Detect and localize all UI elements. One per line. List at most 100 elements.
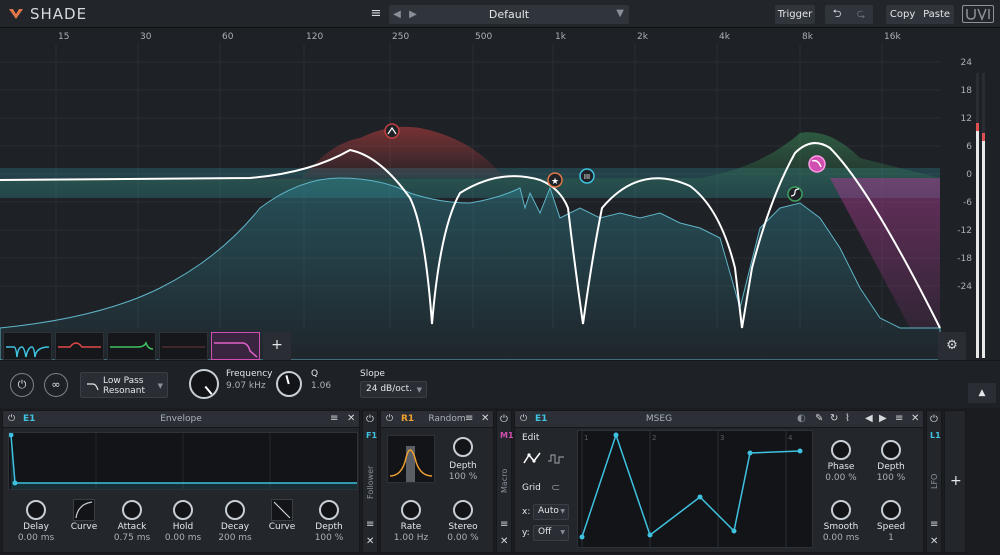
decay-value[interactable]: 200 ms xyxy=(210,533,260,543)
mseg-depth-knob[interactable] xyxy=(881,440,901,460)
band-handle-lowpass[interactable] xyxy=(808,155,826,173)
redo-icon[interactable]: ⮎ xyxy=(857,5,866,24)
edit-label: Edit xyxy=(522,433,540,443)
next-icon[interactable]: ▶ xyxy=(879,413,887,424)
band-thumb-2[interactable] xyxy=(55,332,104,360)
sync-icon[interactable]: ◐ xyxy=(797,413,806,424)
edit-steps-icon[interactable] xyxy=(547,451,565,465)
q-value[interactable]: 1.06 xyxy=(311,381,331,391)
copy-button[interactable]: Copy xyxy=(890,9,915,20)
draw-icon[interactable]: ✎ xyxy=(815,413,823,424)
menu-icon[interactable]: ≡ xyxy=(366,519,374,530)
macro-column: ⏻ M1 Macro ≡ ✕ xyxy=(496,410,514,553)
menu-icon[interactable]: ≡ xyxy=(500,519,508,530)
menu-icon[interactable]: ≡ xyxy=(930,519,938,530)
delay-label: Delay xyxy=(23,522,49,532)
decay-label: Decay xyxy=(220,522,250,532)
phase-value[interactable]: 0.00 % xyxy=(816,473,866,483)
smooth-knob[interactable] xyxy=(831,500,851,520)
depth-knob[interactable] xyxy=(319,500,339,520)
speed-knob[interactable] xyxy=(881,500,901,520)
band-handle-bell[interactable] xyxy=(384,123,400,139)
band-thumb-5[interactable] xyxy=(211,332,260,360)
stereo-value[interactable]: 0.00 % xyxy=(438,533,488,543)
decay-knob[interactable] xyxy=(225,500,245,520)
eq-graph[interactable]: ★ III xyxy=(0,28,1000,360)
close-icon[interactable]: ✕ xyxy=(911,413,919,424)
phase-knob[interactable] xyxy=(831,440,851,460)
menu-icon[interactable]: ≡ xyxy=(895,413,903,424)
shade-logo-icon xyxy=(9,9,23,19)
attack-curve-icon[interactable] xyxy=(73,499,95,521)
hold-knob[interactable] xyxy=(173,500,193,520)
band-handle-highshelf[interactable] xyxy=(787,186,803,202)
random-panel: ⏻ R1 Random ≡ ✕ Depth 100 % Rate 1.00 Hz… xyxy=(380,410,494,553)
random-depth-value[interactable]: 100 % xyxy=(438,472,488,482)
y-grid-select[interactable]: Off ▼ xyxy=(533,525,569,541)
undo-icon[interactable]: ⮌ xyxy=(833,5,842,24)
magnet-icon[interactable]: ⊂ xyxy=(551,481,560,494)
mseg-header: ⏻ E1 MSEG ◐ ✎ ↻ ⌇ ◀ ▶ ≡ ✕ xyxy=(515,411,923,428)
hold-value[interactable]: 0.00 ms xyxy=(158,533,208,543)
slope-select[interactable]: 24 dB/oct. ▼ xyxy=(360,381,427,398)
envelope-graph[interactable] xyxy=(8,432,358,490)
close-icon[interactable]: ✕ xyxy=(500,536,508,547)
db-tick-label: -12 xyxy=(957,226,972,236)
freq-tick-label: 500 xyxy=(475,32,493,42)
band-handle-star[interactable]: ★ xyxy=(547,172,563,188)
mseg-depth-value[interactable]: 100 % xyxy=(866,473,916,483)
attack-knob[interactable] xyxy=(122,500,142,520)
q-knob[interactable] xyxy=(276,371,302,397)
rate-value[interactable]: 1.00 Hz xyxy=(386,533,436,543)
add-modulator-button[interactable]: + xyxy=(950,473,962,489)
rate-knob[interactable] xyxy=(401,500,421,520)
power-icon[interactable]: ⏻ xyxy=(386,414,393,424)
loop-icon[interactable]: ↻ xyxy=(830,413,838,424)
band-thumb-4[interactable] xyxy=(159,332,208,360)
prev-icon[interactable]: ◀ xyxy=(865,413,873,424)
attack-value[interactable]: 0.75 ms xyxy=(107,533,157,543)
eq-display[interactable]: ★ III 15 30 60 120 250 500 1k 2k 4k 8k 16k 24 18 12 6… xyxy=(0,28,1000,360)
band-thumb-1[interactable] xyxy=(3,332,52,360)
x-grid-select[interactable]: Auto ▼ xyxy=(533,504,569,520)
trigger-button[interactable]: Trigger xyxy=(775,5,815,24)
band-controls: ⏻ ∞ Low Pass Resonant ▼ Frequency 9.07 kH… xyxy=(0,360,1000,408)
band-power-icon[interactable]: ⏻ xyxy=(10,373,34,397)
close-icon[interactable]: ✕ xyxy=(347,413,355,424)
band-handle-comb[interactable]: III xyxy=(579,168,595,184)
preset-selector[interactable]: ◀ ▶ Default ▼ xyxy=(389,5,629,24)
power-icon[interactable]: ⏻ xyxy=(930,414,938,425)
band-thumb-3[interactable] xyxy=(107,332,156,360)
close-icon[interactable]: ✕ xyxy=(930,536,938,547)
close-icon[interactable]: ✕ xyxy=(481,413,489,424)
hamburger-menu-icon[interactable]: ≡ xyxy=(369,7,383,22)
mseg-panel: ⏻ E1 MSEG ◐ ✎ ↻ ⌇ ◀ ▶ ≡ ✕ Edit Grid ⊂ x:… xyxy=(514,410,924,553)
depth-value[interactable]: 100 % xyxy=(304,533,354,543)
filter-type-select[interactable]: Low Pass Resonant ▼ xyxy=(80,372,168,398)
delay-knob[interactable] xyxy=(26,500,46,520)
paste-button[interactable]: Paste xyxy=(923,9,950,20)
smooth-value[interactable]: 0.00 ms xyxy=(816,533,866,543)
edit-points-icon[interactable] xyxy=(523,451,541,465)
delay-value[interactable]: 0.00 ms xyxy=(11,533,61,543)
frequency-knob[interactable] xyxy=(189,369,219,399)
shape-icon[interactable]: ⌇ xyxy=(845,413,850,424)
menu-icon[interactable]: ≡ xyxy=(330,413,338,424)
power-icon[interactable]: ⏻ xyxy=(366,414,374,425)
speed-value[interactable]: 1 xyxy=(866,533,916,543)
gear-icon[interactable]: ⚙ xyxy=(938,332,966,360)
power-icon[interactable]: ⏻ xyxy=(500,414,508,425)
mseg-graph[interactable]: 1 2 3 4 xyxy=(577,430,813,548)
stereo-link-icon[interactable]: ∞ xyxy=(44,373,68,397)
close-icon[interactable]: ✕ xyxy=(366,536,374,547)
add-band-button[interactable]: + xyxy=(263,332,291,360)
random-distribution-graph[interactable] xyxy=(387,435,435,483)
random-depth-knob[interactable] xyxy=(453,437,473,457)
menu-icon[interactable]: ≡ xyxy=(465,413,473,424)
decay-curve-icon[interactable] xyxy=(271,499,293,521)
frequency-value[interactable]: 9.07 kHz xyxy=(226,381,266,391)
y-grid-value: Off xyxy=(538,527,552,537)
chevron-down-icon[interactable]: ▼ xyxy=(616,8,624,19)
stereo-knob[interactable] xyxy=(453,500,473,520)
collapse-up-icon[interactable]: ▲ xyxy=(968,383,996,403)
